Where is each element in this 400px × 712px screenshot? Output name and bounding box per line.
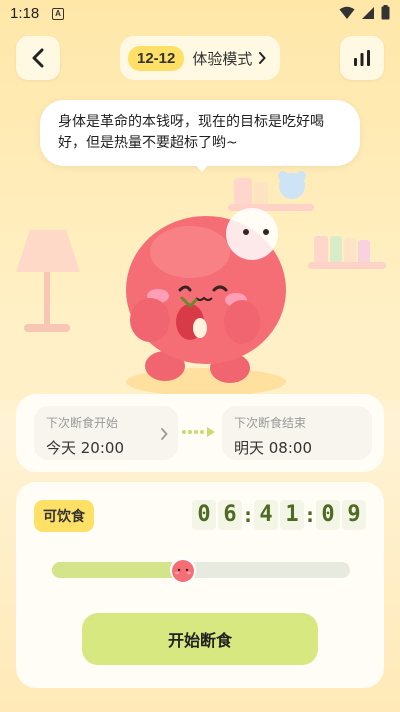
start-fasting-button[interactable]: 开始断食 [82,613,318,665]
countdown-digit: 1 [280,500,304,530]
chevron-right-icon [259,52,267,64]
stats-button[interactable] [340,36,384,80]
timer-card: 可饮食 0 6 : 4 1 : 0 9 开始断食 [16,482,384,688]
status-time: 1:18 [10,5,40,22]
scene-illustration [0,171,400,400]
signal-icon [362,6,374,19]
peach-progress-knob [170,557,196,583]
battery-icon [381,5,390,20]
schedule-card: 下次断食开始 今天 20:00 下次断食结束 明天 08:00 [16,394,384,472]
back-icon [32,48,44,68]
notification-icon: A [52,8,64,20]
next-fast-start-label: 下次断食开始 [46,416,119,430]
shelf-upper [228,171,314,211]
next-fast-end: 下次断食结束 明天 08:00 [222,406,372,460]
countdown-digit: 9 [342,500,366,530]
progress-fill [52,562,183,578]
speech-bubble-tail [194,163,210,172]
countdown-digit: 0 [192,500,216,530]
back-button[interactable] [16,36,60,80]
countdown-digit: 0 [316,500,340,530]
status-icons [339,5,390,20]
countdown-digit: 6 [218,500,242,530]
mode-selector[interactable]: 12-12 体验模式 [120,36,280,80]
next-fast-start-value: 今天 20:00 [46,439,124,457]
shelf-lower [308,236,386,269]
lamp-illustration [16,230,80,332]
mode-label: 体验模式 [192,49,253,68]
status-bar: 1:18 A [0,0,400,28]
progress-bar [52,557,350,583]
chevron-right-icon [161,428,168,440]
dotted-arrow-icon [182,427,215,437]
next-fast-end-value: 明天 08:00 [234,439,312,457]
eating-status-badge: 可饮食 [34,500,94,532]
countdown-digit: 4 [254,500,278,530]
next-fast-end-label: 下次断食结束 [234,416,307,430]
next-fast-start[interactable]: 下次断食开始 今天 20:00 [34,406,178,460]
speech-bubble: 身体是革命的本钱呀，现在的目标是吃好喝好，但是热量不要超标了哟~ [40,100,360,166]
countdown-colon: : [242,503,255,527]
bar-chart-icon [354,50,370,66]
countdown-colon: : [304,503,317,527]
wifi-icon [339,6,355,19]
date-badge: 12-12 [128,45,185,71]
countdown-timer: 0 6 : 4 1 : 0 9 [192,500,366,530]
